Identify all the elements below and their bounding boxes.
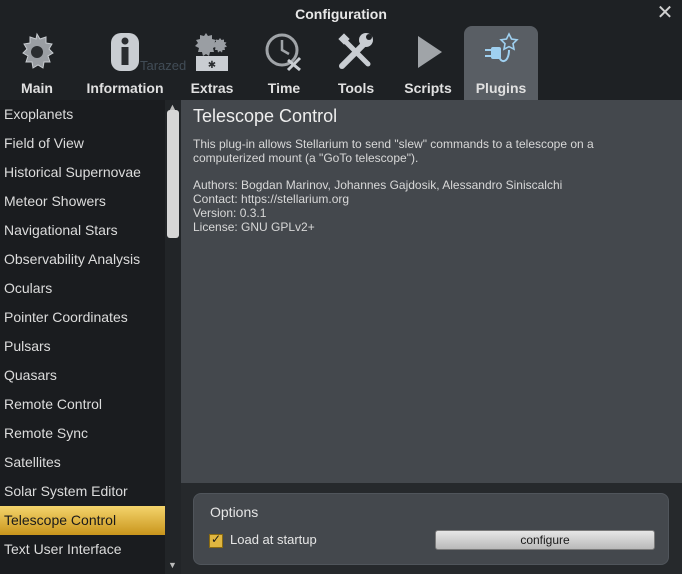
load-at-startup-label[interactable]: Load at startup — [230, 532, 317, 547]
plugin-contact: Contact: https://stellarium.org — [193, 192, 350, 206]
plugin-metadata: Authors: Bogdan Marinov, Johannes Gajdos… — [193, 178, 562, 234]
info-icon — [111, 33, 139, 71]
plugin-list-item[interactable]: Meteor Showers — [0, 187, 165, 216]
plugin-description: This plug-in allows Stellarium to send "… — [193, 137, 594, 165]
plugin-license: License: GNU GPLv2+ — [193, 220, 315, 234]
configure-button[interactable]: configure — [435, 530, 655, 550]
tab-information-label: Information — [86, 80, 164, 96]
tools-icon — [338, 33, 373, 69]
plugin-list[interactable]: Exoplanets Field of View Historical Supe… — [0, 100, 165, 574]
tab-main[interactable]: Main — [8, 26, 66, 100]
plugin-list-item[interactable]: Navigational Stars — [0, 216, 165, 245]
plugin-details-panel: Telescope Control This plug-in allows St… — [181, 100, 682, 483]
tab-time-label: Time — [267, 80, 301, 96]
tab-plugins-label: Plugins — [475, 80, 527, 96]
plugin-list-item[interactable]: Pointer Coordinates — [0, 303, 165, 332]
plugin-list-item[interactable]: Solar System Editor — [0, 477, 165, 506]
plugin-list-item-selected[interactable]: Telescope Control — [0, 506, 165, 535]
title-bar[interactable]: Configuration ✕ — [0, 0, 682, 28]
plugin-list-item[interactable]: Field of View — [0, 129, 165, 158]
plugin-list-item[interactable]: Oculars — [0, 274, 165, 303]
tab-extras-label: Extras — [190, 80, 234, 96]
plugin-list-item[interactable]: Remote Sync — [0, 419, 165, 448]
plugin-title: Telescope Control — [193, 106, 338, 126]
svg-text:✱: ✱ — [208, 60, 216, 71]
load-at-startup-checkbox[interactable]: ✓ — [209, 532, 223, 548]
plugin-list-item[interactable]: Exoplanets — [0, 100, 165, 129]
tab-time[interactable]: Time — [254, 26, 314, 100]
options-title: Options — [210, 504, 259, 520]
tab-scripts-label: Scripts — [404, 80, 452, 96]
tab-information[interactable]: Information — [80, 26, 170, 100]
plugin-list-item[interactable]: Historical Supernovae — [0, 158, 165, 187]
scroll-down-arrow-icon[interactable]: ▼ — [168, 560, 177, 570]
tab-extras[interactable]: ✱ Extras — [182, 26, 242, 100]
window-title: Configuration — [295, 6, 387, 22]
check-icon: ✓ — [210, 532, 222, 546]
tab-bar: Main Information ✱ Extras Time Tools Scr… — [0, 26, 682, 100]
extras-icon: ✱ — [195, 33, 228, 71]
close-icon[interactable]: ✕ — [656, 3, 674, 23]
plugin-list-item[interactable]: Remote Control — [0, 390, 165, 419]
plugin-version: Version: 0.3.1 — [193, 206, 267, 220]
plugin-list-item[interactable]: Text User Interface — [0, 535, 165, 564]
configuration-window: Configuration ✕ Main Information ✱ Extra… — [0, 0, 682, 574]
plug-icon — [485, 32, 519, 62]
tab-tools-label: Tools — [337, 80, 375, 96]
plugin-list-item[interactable]: Quasars — [0, 361, 165, 390]
play-icon — [418, 36, 442, 68]
options-group: Options ✓ Load at startup configure — [193, 493, 669, 565]
options-area: Options ✓ Load at startup configure — [181, 483, 682, 574]
tab-plugins[interactable]: Plugins — [464, 26, 538, 100]
gear-icon — [22, 32, 54, 69]
plugin-list-item[interactable]: Satellites — [0, 448, 165, 477]
plugin-list-item[interactable]: Observability Analysis — [0, 245, 165, 274]
clock-icon — [265, 33, 302, 72]
tab-tools[interactable]: Tools — [326, 26, 386, 100]
scrollbar-thumb[interactable] — [167, 110, 179, 238]
plugin-authors: Authors: Bogdan Marinov, Johannes Gajdos… — [193, 178, 563, 192]
plugin-list-item[interactable]: Pulsars — [0, 332, 165, 361]
tab-main-label: Main — [21, 80, 53, 96]
tab-scripts[interactable]: Scripts — [396, 26, 460, 100]
